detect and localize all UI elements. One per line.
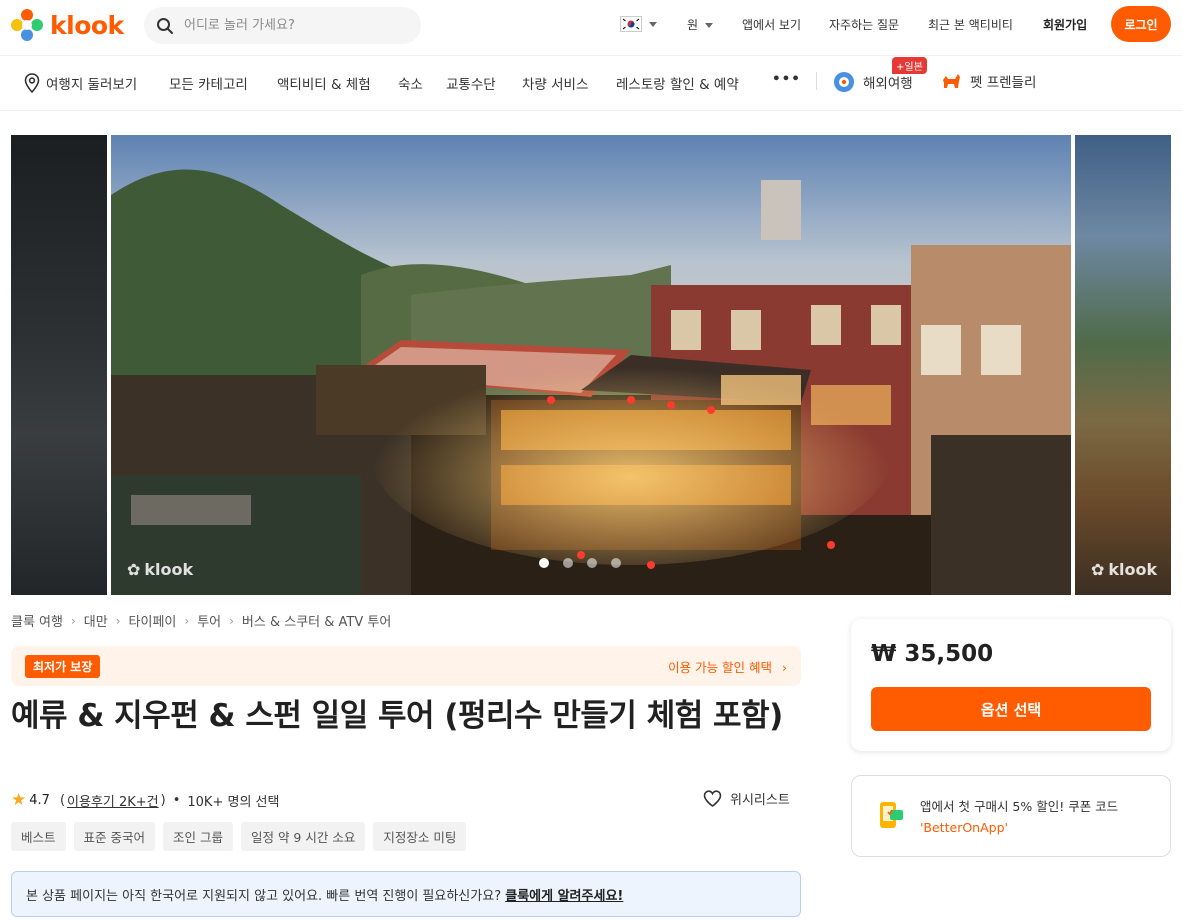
signup-link[interactable]: 회원가입 (1043, 16, 1087, 33)
breadcrumb-item[interactable]: 버스 & 스쿠터 & ATV 투어 (242, 611, 391, 630)
best-price-badge: 최저가 보장 (25, 655, 101, 678)
wishlist-label: 위시리스트 (730, 793, 790, 808)
search-icon (157, 17, 173, 34)
tag-item: 일정 약 9 시간 소요 (240, 822, 366, 851)
klook-logo[interactable]: klook (10, 8, 124, 42)
tag-item: 조인 그룹 (163, 822, 233, 851)
carousel-dot-3[interactable] (587, 558, 597, 568)
cat-transport[interactable]: 교통수단 (446, 73, 496, 93)
app-promo-text: 앱에서 첫 구매시 5% 할인! 쿠폰 코드 'BetterOnApp' (920, 796, 1118, 838)
cat-car-service[interactable]: 차량 서비스 (522, 73, 588, 93)
price-card: ₩ 35,500 옵션 선택 (851, 619, 1171, 751)
select-options-button[interactable]: 옵션 선택 (871, 687, 1151, 731)
phone-coupon-icon (880, 802, 903, 828)
jiufen-scene-image (111, 135, 1071, 595)
cat-all-categories[interactable]: 모든 카테고리 (169, 73, 248, 93)
carousel-dot-1[interactable] (539, 558, 549, 568)
breadcrumb-item[interactable]: 투어 (197, 611, 221, 630)
pet-friendly-link[interactable]: 펫 프렌들리 (940, 70, 1036, 92)
reviews-link[interactable]: 이용후기 2K+건 (67, 791, 159, 810)
chevron-right-icon: › (70, 613, 76, 628)
activity-meta: ★ 4.7 ( 이용후기 2K+건 ) • 10K+ 명의 선택 (11, 790, 279, 810)
chevron-right-icon: › (782, 660, 787, 675)
paren-close: ) (160, 792, 166, 808)
page-title: 예류 & 지우펀 & 스펀 일일 투어 (펑리수 만들기 체험 포함) (11, 698, 783, 734)
booked-count: 10K+ 명의 선택 (187, 794, 280, 810)
prev-slide-image[interactable] (11, 135, 107, 595)
carousel-dots (539, 558, 621, 568)
view-in-app-link[interactable]: 앱에서 보기 (742, 16, 801, 33)
chevron-right-icon: › (184, 613, 190, 628)
dot-separator: • (172, 792, 181, 808)
discount-benefits-link[interactable]: 이용 가능 할인 혜택 › (668, 657, 787, 676)
breadcrumb-item[interactable]: 클룩 여행 (11, 611, 63, 630)
translation-notice: 본 상품 페이지는 아직 한국어로 지원되지 않고 있어요. 빠른 번역 진행이… (11, 871, 801, 917)
cat-activities[interactable]: 액티비티 & 체험 (277, 73, 371, 93)
klook-watermark: ✿ klook (127, 560, 193, 579)
more-menu-button[interactable]: ••• (772, 71, 801, 87)
best-price-banner: 최저가 보장 이용 가능 할인 혜택 › (11, 646, 801, 686)
coupon-code: 'BetterOnApp' (920, 820, 1008, 835)
tag-list: 베스트 표준 중국어 조인 그룹 일정 약 9 시간 소요 지정장소 미팅 (11, 822, 467, 851)
overseas-label: 해외여행 (863, 76, 913, 92)
search-bar[interactable] (144, 7, 421, 44)
notice-text: 본 상품 페이지는 아직 한국어로 지원되지 않고 있어요. 빠른 번역 진행이… (26, 889, 506, 904)
klook-watermark-right: ✿ klook (1091, 560, 1157, 579)
watermark-text: klook (1108, 560, 1158, 579)
currency-selector[interactable]: 원 (687, 16, 714, 33)
breadcrumb: 클룩 여행 › 대만 › 타이페이 › 투어 › 버스 & 스쿠터 & ATV … (11, 611, 391, 631)
star-icon: ★ (11, 790, 27, 810)
cat-destinations[interactable]: 여행지 둘러보기 (46, 73, 137, 93)
main-photo[interactable]: ✿ klook (111, 135, 1071, 595)
overseas-globe-icon (834, 72, 854, 92)
next-slide-image[interactable]: ✿ klook (1075, 135, 1171, 595)
currency-label: 원 (687, 18, 699, 32)
logo-text: klook (50, 10, 124, 40)
cat-hotels[interactable]: 숙소 (398, 73, 423, 93)
dog-icon (943, 74, 960, 88)
tag-item: 표준 중국어 (73, 822, 155, 851)
cat-restaurant[interactable]: 레스토랑 할인 & 예약 (616, 73, 739, 93)
image-gallery[interactable]: ✿ klook ✿ klook (11, 135, 1171, 595)
chevron-right-icon: › (229, 613, 234, 628)
klook-logo-icon (11, 9, 43, 41)
rating-value: 4.7 (29, 792, 50, 808)
overseas-travel-link[interactable]: 해외여행 (833, 71, 913, 93)
breadcrumb-item[interactable]: 대만 (84, 611, 108, 630)
faq-link[interactable]: 자주하는 질문 (829, 16, 899, 33)
chevron-down-icon (649, 21, 657, 27)
app-promo-line1: 앱에서 첫 구매시 5% 할인! 쿠폰 코드 (920, 799, 1119, 814)
discount-benefits-label: 이용 가능 할인 혜택 (668, 660, 773, 675)
app-promo-card[interactable]: 앱에서 첫 구매시 5% 할인! 쿠폰 코드 'BetterOnApp' (851, 775, 1171, 857)
tag-item: 베스트 (11, 822, 66, 851)
korea-flag-icon (620, 16, 642, 32)
chevron-down-icon (705, 23, 714, 28)
paren-open: ( (59, 792, 66, 808)
price-value: ₩ 35,500 (871, 641, 994, 667)
recently-viewed-link[interactable]: 최근 본 액티비티 (928, 16, 1013, 33)
notify-klook-link[interactable]: 클룩에게 알려주세요! (505, 889, 623, 904)
pet-label: 펫 프렌들리 (970, 75, 1037, 91)
nav-divider (816, 72, 817, 90)
new-badge: +일본 (892, 57, 927, 74)
watermark-text: klook (144, 560, 194, 579)
tag-item: 지정장소 미팅 (373, 822, 467, 851)
login-button[interactable]: 로그인 (1111, 6, 1171, 42)
heart-icon (703, 790, 722, 807)
language-selector[interactable] (620, 16, 657, 32)
location-pin-icon (24, 73, 40, 93)
watermark-icon: ✿ (1091, 560, 1105, 579)
chevron-right-icon: › (115, 613, 121, 628)
carousel-dot-2[interactable] (563, 558, 573, 568)
carousel-dot-4[interactable] (611, 558, 621, 568)
wishlist-button[interactable]: 위시리스트 (703, 789, 790, 808)
search-input[interactable] (184, 18, 404, 33)
breadcrumb-item[interactable]: 타이페이 (129, 611, 177, 630)
top-header: klook 원 앱에서 보기 자주하는 질문 최근 본 액티비티 회원가입 로그… (0, 0, 1182, 56)
watermark-icon: ✿ (127, 560, 141, 579)
